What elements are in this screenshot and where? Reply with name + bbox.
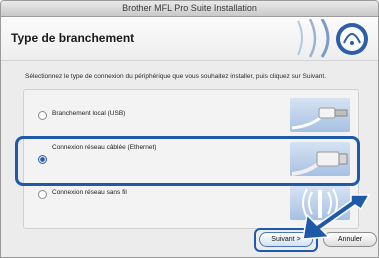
option-usb-label: Branchement local (USB) [52,110,126,117]
page-header: Type de branchement [1,17,378,61]
pointer-arrow-icon [302,194,371,240]
option-usb[interactable]: Branchement local (USB) [24,94,358,136]
selected-option-highlight [15,136,360,186]
radio-usb[interactable] [38,111,47,120]
window-title: Brother MFL Pro Suite Installation [122,3,257,13]
instructions-text: Sélectionnez le type de connexion du pér… [25,73,326,80]
radio-wireless[interactable] [38,190,47,199]
title-bar: Brother MFL Pro Suite Installation [1,1,378,17]
page-title: Type de branchement [11,31,135,45]
usb-cable-icon [290,98,350,132]
brother-wireless-logo-icon [297,19,368,58]
option-wireless-label: Connexion réseau sans fil [52,189,127,196]
installer-window: Brother MFL Pro Suite Installation Type … [0,0,379,258]
